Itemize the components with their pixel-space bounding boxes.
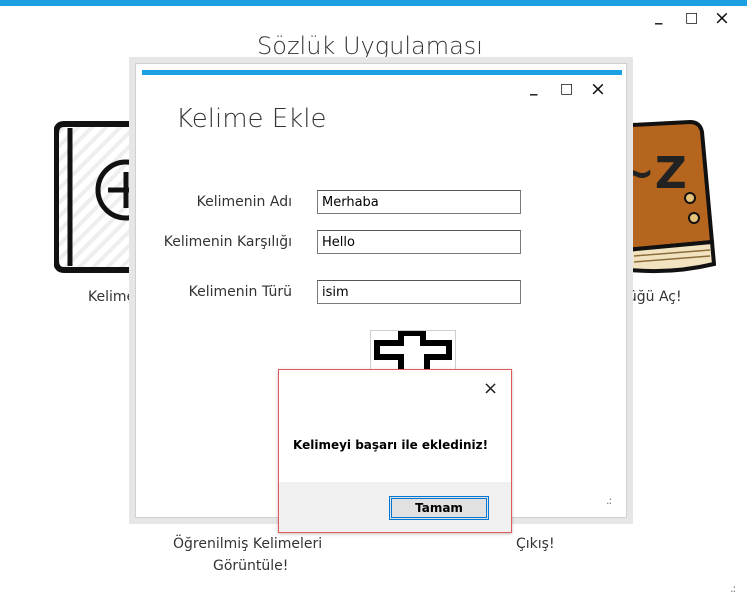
dialog-maximize-button[interactable]: □ [560, 82, 573, 96]
word-meaning-label: Kelimenin Karşılığı [163, 234, 292, 250]
dialog-resize-grip[interactable]: .: [606, 494, 612, 507]
word-type-label: Kelimenin Türü [188, 284, 292, 300]
add-word-tile-label[interactable]: Kelime [88, 289, 135, 305]
main-resize-grip[interactable]: .: [730, 582, 736, 595]
title-accent-bar [0, 0, 747, 6]
exit-tile-label[interactable]: Çıkış! [516, 536, 555, 552]
close-button[interactable]: × [714, 9, 730, 28]
svg-text:~Z: ~Z [618, 148, 687, 199]
success-message-box: × Kelimeyi başarı ile eklediniz! Tamam [278, 369, 512, 533]
msgbox-text: Kelimeyi başarı ile eklediniz! [293, 438, 489, 452]
learned-words-label-line2[interactable]: Görüntüle! [213, 558, 288, 574]
msgbox-footer: Tamam [279, 482, 511, 532]
app-title: Sözlük Uygulaması [257, 32, 483, 60]
dialog-close-button[interactable]: × [590, 80, 606, 99]
dictionary-book-icon[interactable]: ~Z [612, 118, 716, 278]
word-name-label: Kelimenin Adı [196, 194, 292, 210]
add-word-book-icon[interactable] [54, 120, 144, 278]
minimize-button[interactable]: _ [655, 9, 663, 24]
add-word-button[interactable] [370, 330, 456, 374]
msgbox-close-button[interactable]: × [483, 380, 498, 398]
ok-button[interactable]: Tamam [389, 496, 489, 520]
maximize-button[interactable]: □ [685, 11, 698, 25]
dialog-accent-bar [142, 70, 622, 75]
word-meaning-input[interactable] [317, 230, 521, 254]
dialog-minimize-button[interactable]: _ [530, 80, 538, 95]
dialog-title: Kelime Ekle [176, 104, 327, 134]
word-type-input[interactable] [317, 280, 521, 304]
learned-words-label-line1[interactable]: Öğrenilmiş Kelimeleri [173, 536, 322, 552]
plus-icon [374, 331, 452, 374]
open-dictionary-tile-label[interactable]: lüğü Aç! [624, 289, 682, 305]
word-name-input[interactable] [317, 190, 521, 214]
